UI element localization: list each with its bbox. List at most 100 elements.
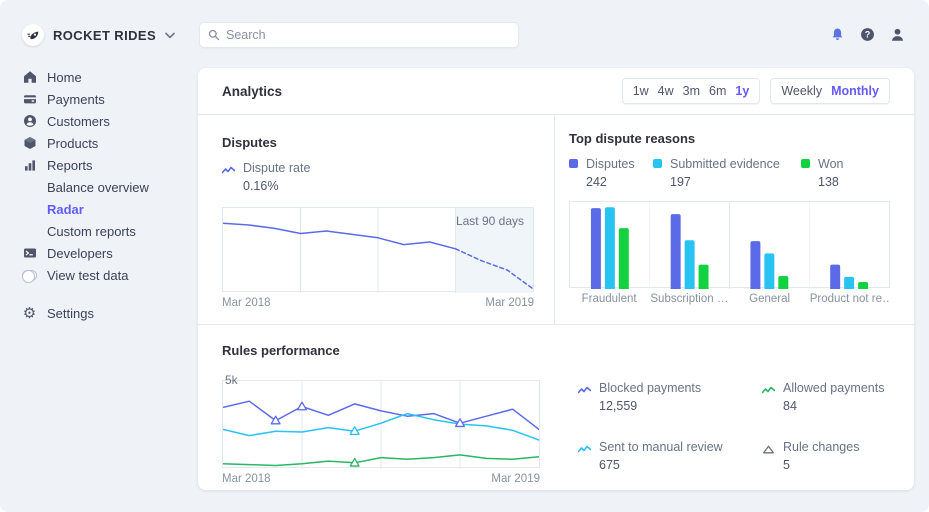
products-icon bbox=[22, 136, 37, 150]
sidebar-label: View test data bbox=[47, 268, 128, 283]
reports-icon bbox=[22, 158, 37, 172]
sidebar-item-reports[interactable]: Reports bbox=[22, 154, 192, 176]
disputes-panel: Disputes Dispute rate 0.16% Last 90 days… bbox=[198, 115, 555, 324]
sidebar-label: Radar bbox=[47, 202, 84, 217]
dispute-reasons-panel: Top dispute reasons Disputes 242 Submitt… bbox=[555, 115, 914, 324]
submitted-evidence-legend-item: Submitted evidence 197 bbox=[653, 156, 801, 191]
panel-title: Rules performance bbox=[222, 343, 890, 358]
legend-label: Sent to manual review bbox=[599, 439, 723, 455]
sidebar-label: Customers bbox=[47, 114, 110, 129]
submitted-evidence-swatch-icon bbox=[653, 159, 662, 168]
sidebar-item-customers[interactable]: Customers bbox=[22, 110, 192, 132]
brand-name: ROCKET RIDES bbox=[53, 28, 156, 43]
legend-label: Blocked payments bbox=[599, 380, 701, 396]
dispute-rate-chart: Last 90 days bbox=[222, 207, 534, 292]
sidebar-label: Products bbox=[47, 136, 98, 151]
panel-title: Top dispute reasons bbox=[569, 131, 890, 146]
rule-changes-legend-item: Rule changes 5 bbox=[762, 439, 884, 474]
range-option-6m[interactable]: 6m bbox=[709, 84, 726, 98]
category-label: Product not re… bbox=[810, 293, 890, 305]
legend-value: 12,559 bbox=[599, 398, 701, 414]
legend-value: 84 bbox=[783, 398, 884, 414]
x-axis-labels: Mar 2018 Mar 2019 bbox=[222, 473, 540, 485]
svg-text:?: ? bbox=[865, 30, 871, 40]
app-window: ROCKET RIDES ? Home Payments Customers bbox=[0, 0, 929, 512]
account-switcher[interactable]: ROCKET RIDES bbox=[22, 24, 175, 46]
legend-value: 197 bbox=[670, 174, 780, 190]
triangle-marker-icon bbox=[762, 442, 775, 474]
legend-label: Dispute rate bbox=[243, 160, 310, 176]
test-data-toggle[interactable] bbox=[22, 270, 37, 281]
range-option-3m[interactable]: 3m bbox=[683, 84, 700, 98]
sidebar-item-home[interactable]: Home bbox=[22, 66, 192, 88]
legend-label: Allowed payments bbox=[783, 380, 884, 396]
line-series-icon bbox=[762, 383, 775, 415]
sidebar-label: Settings bbox=[47, 306, 94, 321]
frequency-option-weekly[interactable]: Weekly bbox=[781, 84, 822, 98]
search-box bbox=[200, 23, 518, 47]
dispute-reasons-chart bbox=[569, 201, 890, 288]
panel-title: Disputes bbox=[222, 135, 534, 150]
analytics-card: Analytics 1w 4w 3m 6m 1y Weekly Monthly … bbox=[198, 68, 914, 490]
frequency-selector: Weekly Monthly bbox=[770, 78, 890, 104]
x-end-label: Mar 2019 bbox=[485, 297, 534, 309]
user-profile-icon[interactable] bbox=[890, 27, 905, 42]
frequency-option-monthly[interactable]: Monthly bbox=[831, 84, 879, 98]
range-option-1w[interactable]: 1w bbox=[633, 84, 649, 98]
range-option-4w[interactable]: 4w bbox=[658, 84, 674, 98]
legend-value: 0.16% bbox=[243, 178, 310, 194]
sidebar-item-products[interactable]: Products bbox=[22, 132, 192, 154]
category-labels: Fraudulent Subscription … General Produc… bbox=[569, 293, 890, 305]
analytics-header: Analytics 1w 4w 3m 6m 1y Weekly Monthly bbox=[198, 68, 914, 115]
developers-icon bbox=[22, 246, 37, 260]
legend-label: Disputes bbox=[586, 156, 635, 172]
won-legend-item: Won 138 bbox=[801, 156, 843, 191]
reasons-legend: Disputes 242 Submitted evidence 197 bbox=[569, 156, 890, 191]
sidebar-label: Developers bbox=[47, 246, 113, 261]
blocked-payments-legend-item: Blocked payments 12,559 bbox=[578, 380, 762, 415]
sidebar-label: Custom reports bbox=[47, 224, 136, 239]
header-actions: ? bbox=[830, 27, 905, 42]
allowed-payments-legend-item: Allowed payments 84 bbox=[762, 380, 884, 415]
rocket-logo-icon bbox=[22, 24, 44, 46]
rules-performance-panel: Rules performance 5k Mar 2018 Mar 2019 bbox=[198, 325, 914, 485]
line-series-icon bbox=[578, 383, 591, 415]
date-range-selector: 1w 4w 3m 6m 1y bbox=[622, 78, 761, 104]
sidebar-item-custom-reports[interactable]: Custom reports bbox=[22, 220, 192, 242]
payments-icon bbox=[22, 92, 37, 106]
search-input[interactable] bbox=[226, 28, 510, 42]
sidebar-item-settings[interactable]: ⚙ Settings bbox=[22, 302, 192, 324]
x-start-label: Mar 2018 bbox=[222, 297, 271, 309]
disputes-swatch-icon bbox=[569, 159, 578, 168]
dispute-rate-legend: Dispute rate 0.16% bbox=[222, 160, 534, 195]
legend-label: Rule changes bbox=[783, 439, 859, 455]
page-title: Analytics bbox=[222, 84, 282, 99]
sidebar-item-balance-overview[interactable]: Balance overview bbox=[22, 176, 192, 198]
home-icon bbox=[22, 70, 37, 84]
settings-gear-icon: ⚙ bbox=[22, 306, 37, 321]
category-label: Subscription … bbox=[649, 293, 729, 305]
x-end-label: Mar 2019 bbox=[491, 473, 540, 485]
sidebar-label: Reports bbox=[47, 158, 93, 173]
sidebar-label: Payments bbox=[47, 92, 105, 107]
sidebar: Home Payments Customers Products Reports… bbox=[22, 66, 192, 324]
legend-value: 5 bbox=[783, 457, 859, 473]
legend-value: 675 bbox=[599, 457, 723, 473]
search-icon bbox=[208, 29, 220, 41]
sidebar-item-payments[interactable]: Payments bbox=[22, 88, 192, 110]
sidebar-item-developers[interactable]: Developers bbox=[22, 242, 192, 264]
y-axis-label: 5k bbox=[225, 373, 238, 387]
legend-value: 138 bbox=[818, 174, 843, 190]
view-test-data-row[interactable]: View test data bbox=[22, 264, 192, 286]
legend-label: Won bbox=[818, 156, 843, 172]
x-start-label: Mar 2018 bbox=[222, 473, 271, 485]
range-option-1y[interactable]: 1y bbox=[735, 84, 749, 98]
legend-label: Submitted evidence bbox=[670, 156, 780, 172]
help-icon[interactable]: ? bbox=[860, 27, 875, 42]
sidebar-item-radar[interactable]: Radar bbox=[22, 198, 192, 220]
disputes-legend-item: Disputes 242 bbox=[569, 156, 653, 191]
notifications-bell-icon[interactable] bbox=[830, 27, 845, 42]
rules-legend: Blocked payments 12,559 Allowed payments… bbox=[578, 380, 884, 485]
sidebar-label: Balance overview bbox=[47, 180, 149, 195]
chevron-down-icon bbox=[165, 32, 175, 39]
